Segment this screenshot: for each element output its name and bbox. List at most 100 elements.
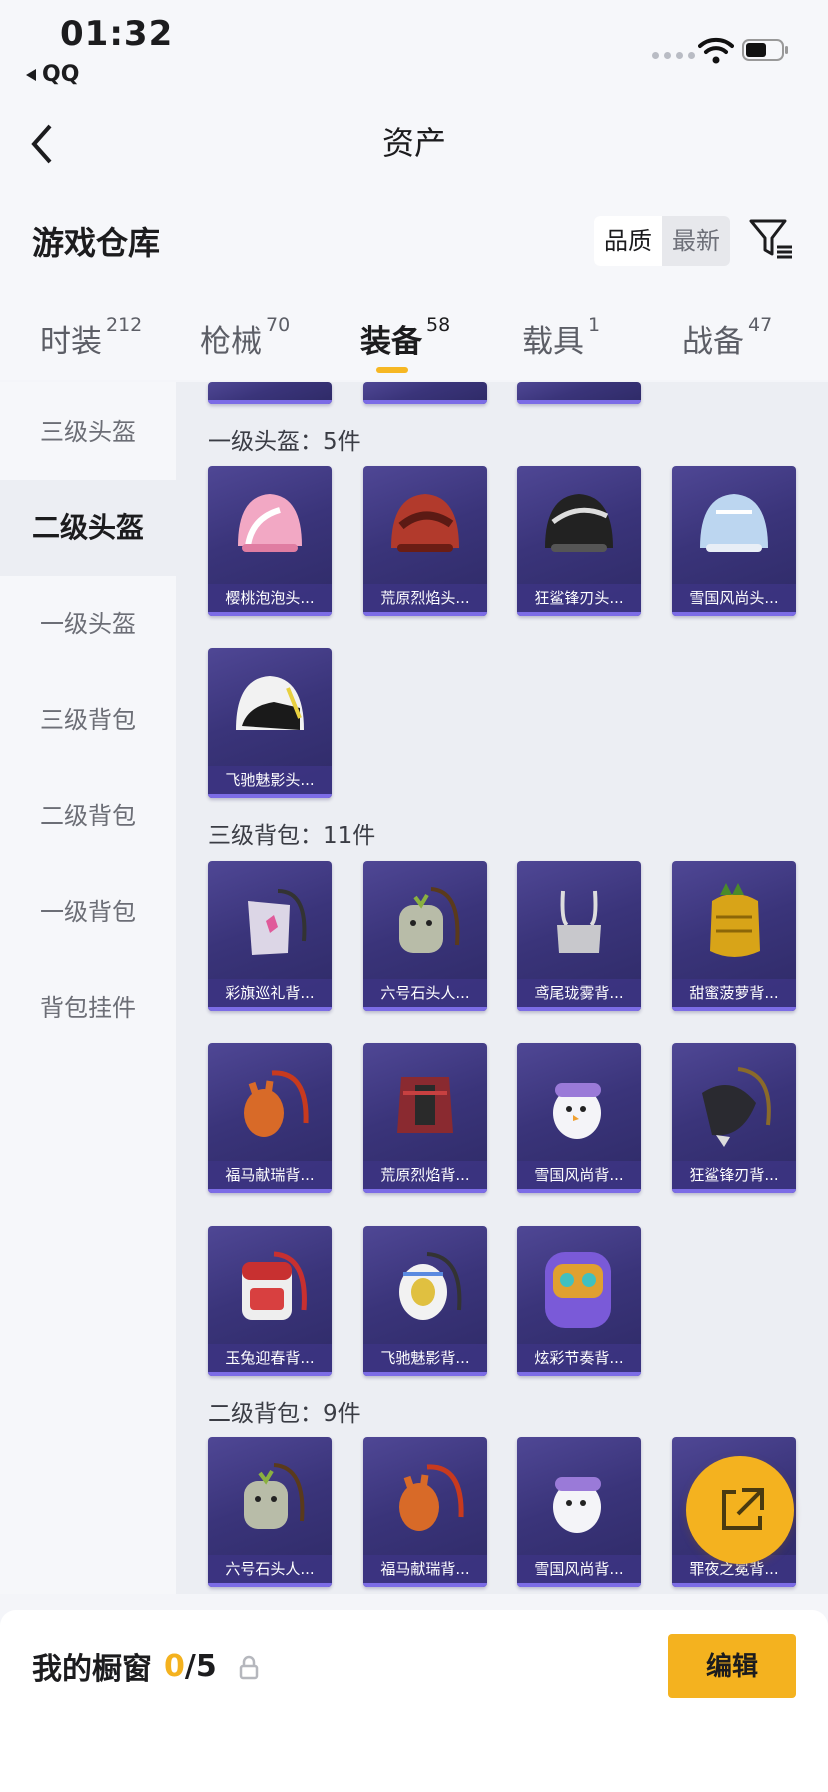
item-card[interactable]: 荒原烈焰背... [363,1043,487,1193]
item-card[interactable]: 樱桃泡泡头... [208,466,332,616]
item-name: 荒原烈焰背... [363,1161,487,1189]
lock-icon [239,1655,259,1680]
backpack-icon [710,883,760,957]
item-name: 狂鲨锋刃头... [517,584,641,612]
item-card[interactable]: 飞驰魅影背... [363,1226,487,1376]
tab-equipment[interactable]: 装备 58 [360,314,451,361]
share-icon [722,1488,764,1530]
sidebar-item-backpack-lv3[interactable]: 三级背包 [0,672,176,768]
item-card[interactable]: 雪国风尚背... [517,1043,641,1193]
item-card[interactable]: 玉兔迎春背... [208,1226,332,1376]
sort-toggle: 品质 最新 [594,216,730,266]
helmet-icon [391,494,459,552]
backpack-icon [553,1083,601,1139]
page-title: 资产 [381,124,446,162]
item-name: 雪国风尚背... [517,1161,641,1189]
item-card[interactable]: 荒原烈焰头... [363,466,487,616]
item-name: 飞驰魅影背... [363,1344,487,1372]
item-card[interactable]: 六号石头人... [363,861,487,1011]
tab-count: 47 [748,314,773,336]
showcase-used-count: 0 [164,1648,185,1684]
tab-label: 枪械 [200,324,262,360]
item-name: 玉兔迎春背... [208,1344,332,1372]
sidebar-item-backpack-lv1[interactable]: 一级背包 [0,864,176,960]
edit-button[interactable]: 编辑 [668,1634,796,1698]
active-tab-indicator [376,367,408,373]
tab-count: 58 [426,314,451,336]
item-card[interactable]: 狂鲨锋刃背... [672,1043,796,1193]
item-card[interactable]: 雪国风尚背... [517,1437,641,1587]
sidebar-item-helmet-lv1[interactable]: 一级头盔 [0,576,176,672]
warehouse-title: 游戏仓库 [32,224,161,262]
section-title-backpack-lv3: 三级背包：11件 [208,823,376,849]
item-name: 樱桃泡泡头... [208,584,332,612]
sort-quality-button[interactable]: 品质 [594,216,662,266]
item-name: 雪国风尚头... [672,584,796,612]
showcase-label: 我的橱窗 [32,1652,152,1687]
section-title-backpack-lv2: 二级背包：9件 [208,1401,361,1427]
item-name: 福马献瑞背... [363,1555,487,1583]
backpack-icon [545,1252,611,1328]
backpack-icon [244,1070,309,1137]
helmet-icon [238,494,302,552]
sidebar-item-helmet-lv3[interactable]: 三级头盔 [0,384,176,480]
status-time: 01:32 [60,14,174,54]
sidebar-item-backpack-lv2[interactable]: 二级背包 [0,768,176,864]
backpack-icon [399,1252,462,1320]
item-card[interactable]: 狂鲨锋刃头... [517,466,641,616]
item-card[interactable]: 炫彩节奏背... [517,1226,641,1376]
item-name: 甜蜜菠萝背... [672,979,796,1007]
back-to-app-link[interactable]: QQ [24,62,79,87]
signal-dots-icon [652,52,695,59]
item-card[interactable]: 雪国风尚头... [672,466,796,616]
backpack-icon [248,889,307,955]
wifi-icon [698,37,734,64]
share-button[interactable] [686,1456,794,1564]
tab-firearms[interactable]: 枪械 70 [200,314,291,361]
backpack-icon [702,1067,771,1147]
tab-fashion[interactable]: 时装 212 [40,314,143,361]
backpack-icon [399,1464,464,1531]
item-name: 荒原烈焰头... [363,584,487,612]
item-name: 彩旗巡礼背... [208,979,332,1007]
item-card[interactable]: 甜蜜菠萝背... [672,861,796,1011]
battery-icon [742,39,788,61]
item-card[interactable]: 福马献瑞背... [363,1437,487,1587]
backpack-icon [397,1077,453,1133]
backpack-icon [242,1251,307,1320]
item-card[interactable]: 六号石头人... [208,1437,332,1587]
helmet-icon [545,494,613,552]
helmet-icon [700,494,768,552]
sidebar-item-helmet-lv2[interactable]: 二级头盔 [0,480,176,576]
triangle-left-icon [26,68,36,81]
tab-label: 装备 [360,324,422,360]
showcase-summary: 我的橱窗 0 /5 [32,1644,217,1688]
item-name: 狂鲨锋刃背... [672,1161,796,1189]
item-card-partial[interactable] [517,382,641,404]
tab-label: 战备 [682,324,744,360]
tab-supplies[interactable]: 战备 47 [682,314,773,361]
item-card[interactable]: 彩旗巡礼背... [208,861,332,1011]
item-name: 鸢尾珑雾背... [517,979,641,1007]
sidebar-item-backpack-charm[interactable]: 背包挂件 [0,960,176,1056]
tab-vehicles[interactable]: 载具 1 [522,314,601,361]
tab-count: 1 [588,314,601,336]
item-card-partial[interactable] [208,382,332,404]
item-card[interactable]: 飞驰魅影头... [208,648,332,798]
item-name: 雪国风尚背... [517,1555,641,1583]
backpack-icon [244,1463,305,1529]
backpack-icon [557,890,601,953]
showcase-total-count: /5 [184,1648,217,1684]
sort-newest-button[interactable]: 最新 [662,216,730,266]
tab-count: 212 [106,314,143,336]
item-card[interactable]: 福马献瑞背... [208,1043,332,1193]
tab-count: 70 [266,314,291,336]
item-card[interactable]: 鸢尾珑雾背... [517,861,641,1011]
filter-icon[interactable] [748,216,794,262]
item-name: 炫彩节奏背... [517,1344,641,1372]
item-card-partial[interactable] [363,382,487,404]
item-name: 福马献瑞背... [208,1161,332,1189]
back-app-label: QQ [42,62,80,87]
item-name: 六号石头人... [208,1555,332,1583]
tab-label: 载具 [522,324,584,360]
